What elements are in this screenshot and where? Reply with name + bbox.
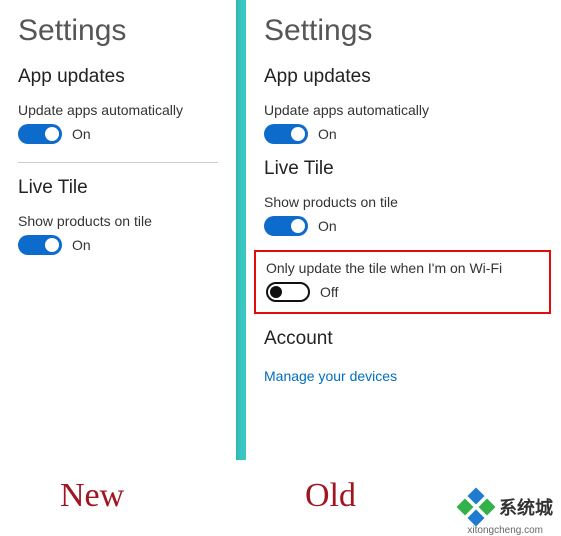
toggle-row: On bbox=[264, 216, 541, 236]
page-title: Settings bbox=[18, 14, 218, 48]
section-heading-app-updates: App updates bbox=[18, 66, 218, 88]
toggle-state: On bbox=[318, 218, 337, 234]
setting-update-apps-automatically: Update apps automatically On bbox=[18, 102, 218, 144]
toggle-state: On bbox=[318, 126, 337, 142]
toggle-row: Off bbox=[266, 282, 539, 302]
logo-icon bbox=[459, 490, 493, 524]
setting-label: Only update the tile when I'm on Wi-Fi bbox=[266, 260, 539, 276]
setting-show-products-on-tile: Show products on tile On bbox=[264, 194, 541, 236]
watermark-logo: 系统城 xitongcheng.com bbox=[459, 490, 553, 524]
setting-show-products-on-tile: Show products on tile On bbox=[18, 213, 218, 255]
section-heading-live-tile: Live Tile bbox=[18, 177, 218, 199]
toggle-row: On bbox=[264, 124, 541, 144]
section-heading-account: Account bbox=[264, 328, 541, 350]
label-new: New bbox=[60, 477, 124, 515]
logo-text: 系统城 bbox=[499, 494, 553, 520]
manage-devices-link[interactable]: Manage your devices bbox=[264, 368, 397, 384]
section-heading-live-tile: Live Tile bbox=[264, 158, 541, 180]
toggle-show-products[interactable] bbox=[18, 235, 62, 255]
toggle-row: On bbox=[18, 235, 218, 255]
toggle-show-products[interactable] bbox=[264, 216, 308, 236]
section-heading-app-updates: App updates bbox=[264, 66, 541, 88]
highlighted-setting: Only update the tile when I'm on Wi-Fi O… bbox=[254, 250, 551, 314]
setting-label: Update apps automatically bbox=[18, 102, 218, 118]
setting-label: Update apps automatically bbox=[264, 102, 541, 118]
comparison-page: Settings App updates Update apps automat… bbox=[0, 0, 561, 460]
section-divider bbox=[18, 162, 218, 163]
footer: New Old 系统城 xitongcheng.com bbox=[0, 464, 561, 528]
toggle-row: On bbox=[18, 124, 218, 144]
toggle-state: On bbox=[72, 126, 91, 142]
toggle-update-tile-wifi[interactable] bbox=[266, 282, 310, 302]
settings-panel-new: Settings App updates Update apps automat… bbox=[0, 0, 236, 460]
vertical-divider bbox=[236, 0, 246, 460]
setting-label: Show products on tile bbox=[264, 194, 541, 210]
label-old: Old bbox=[305, 477, 356, 515]
setting-label: Show products on tile bbox=[18, 213, 218, 229]
toggle-update-apps[interactable] bbox=[264, 124, 308, 144]
toggle-update-apps[interactable] bbox=[18, 124, 62, 144]
toggle-state: Off bbox=[320, 284, 338, 300]
logo-url: xitongcheng.com bbox=[467, 525, 543, 536]
settings-panel-old: Settings App updates Update apps automat… bbox=[246, 0, 559, 460]
page-title: Settings bbox=[264, 14, 541, 48]
setting-update-tile-wifi: Only update the tile when I'm on Wi-Fi O… bbox=[266, 260, 539, 302]
toggle-state: On bbox=[72, 237, 91, 253]
setting-update-apps-automatically: Update apps automatically On bbox=[264, 102, 541, 144]
